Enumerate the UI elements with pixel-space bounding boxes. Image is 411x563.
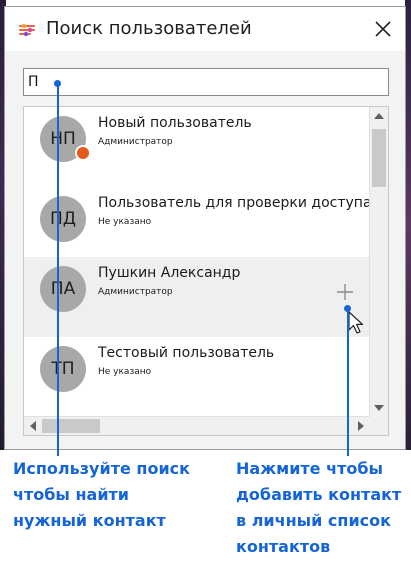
search-field[interactable] [23,68,389,96]
avatar: ТП [40,346,86,392]
list-item[interactable]: ТП Тестовый пользователь Не указано [24,337,370,417]
user-role: Администратор [98,137,173,147]
avatar: ПД [40,196,86,242]
vertical-scroll-thumb[interactable] [372,129,386,187]
title-bar: Поиск пользователей [5,7,405,51]
search-callout-line [57,84,59,456]
search-input[interactable] [24,69,388,95]
list-item[interactable]: ПД Пользователь для проверки доступа на … [24,187,388,267]
online-status-badge [75,145,91,161]
close-icon[interactable] [367,13,399,45]
scrollbar-corner [370,417,388,435]
user-name: Новый пользователь [98,115,252,131]
user-name: Пользователь для проверки доступа на [98,195,389,211]
user-name: Тестовый пользователь [98,345,275,361]
scroll-right-icon[interactable] [358,421,364,431]
list-item-hovered[interactable]: ПА Пушкин Александр Администратор [24,257,370,337]
horizontal-scrollbar[interactable] [24,416,370,435]
user-name: Пушкин Александр [98,265,241,281]
mouse-pointer-icon [348,311,364,334]
avatar: ПА [40,266,86,312]
user-list: НП Новый пользователь Администратор ПД П… [23,106,389,436]
scroll-left-icon[interactable] [30,421,36,431]
plus-icon[interactable] [335,282,355,302]
vertical-scrollbar[interactable] [369,107,388,417]
horizontal-scroll-thumb[interactable] [42,419,100,433]
window-title: Поиск пользователей [46,18,252,39]
user-search-dialog: Поиск пользователей НП Новый пользовател… [4,6,406,450]
user-role: Не указано [98,367,152,377]
user-role: Не указано [98,217,152,227]
add-callout-line [347,309,349,456]
list-item[interactable]: НП Новый пользователь Администратор [24,107,370,187]
app-logo-icon [19,23,35,37]
user-role: Администратор [98,287,173,297]
add-hint-caption: Нажмите чтобы добавить контакт в личный … [236,459,402,556]
scroll-down-icon[interactable] [374,405,384,411]
search-hint-caption: Используйте поиск чтобы найти нужный кон… [13,459,190,530]
scroll-up-icon[interactable] [374,113,384,119]
